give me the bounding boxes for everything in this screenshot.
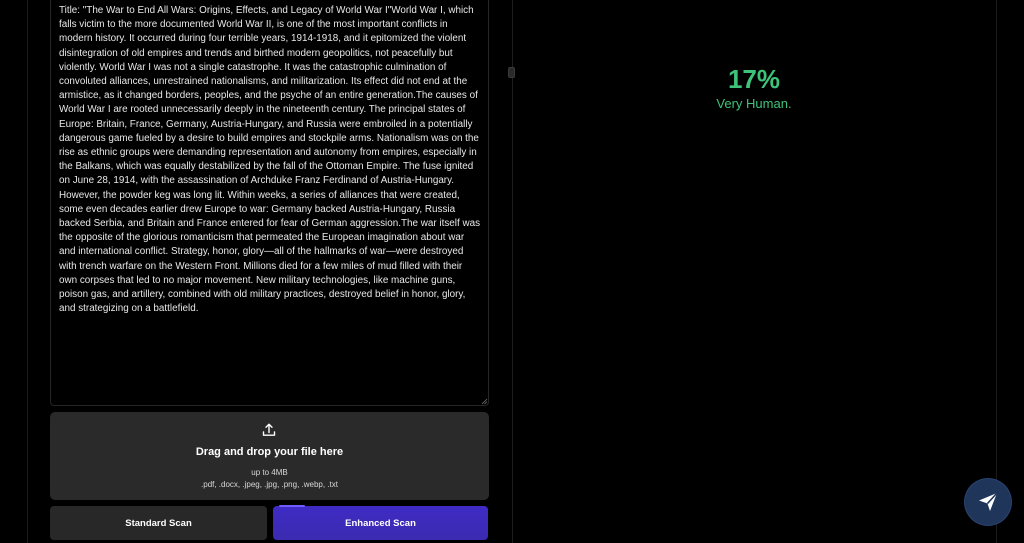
send-icon: [979, 492, 998, 511]
divider-drag-handle[interactable]: [508, 67, 515, 78]
resize-grip-icon[interactable]: [481, 398, 488, 405]
score-verdict: Very Human.: [716, 96, 792, 111]
left-border: [27, 0, 28, 543]
dropzone-size-limit: up to 4MB: [251, 468, 288, 477]
dropzone-file-types: .pdf, .docx, .jpeg, .jpg, .png, .webp, .…: [201, 480, 338, 489]
upload-icon: [262, 423, 276, 436]
standard-scan-button[interactable]: Standard Scan: [50, 506, 267, 540]
enhanced-scan-accent: [279, 505, 305, 507]
essay-text[interactable]: Title: "The War to End All Wars: Origins…: [59, 4, 481, 316]
app-page: Title: "The War to End All Wars: Origins…: [0, 0, 1024, 543]
right-border: [996, 0, 997, 543]
human-score: 17%: [727, 64, 781, 94]
dropzone-title: Drag and drop your file here: [195, 446, 344, 458]
panel-divider: [512, 0, 513, 543]
chat-launcher-button[interactable]: [965, 479, 1011, 525]
enhanced-scan-button[interactable]: Enhanced Scan: [273, 506, 488, 540]
